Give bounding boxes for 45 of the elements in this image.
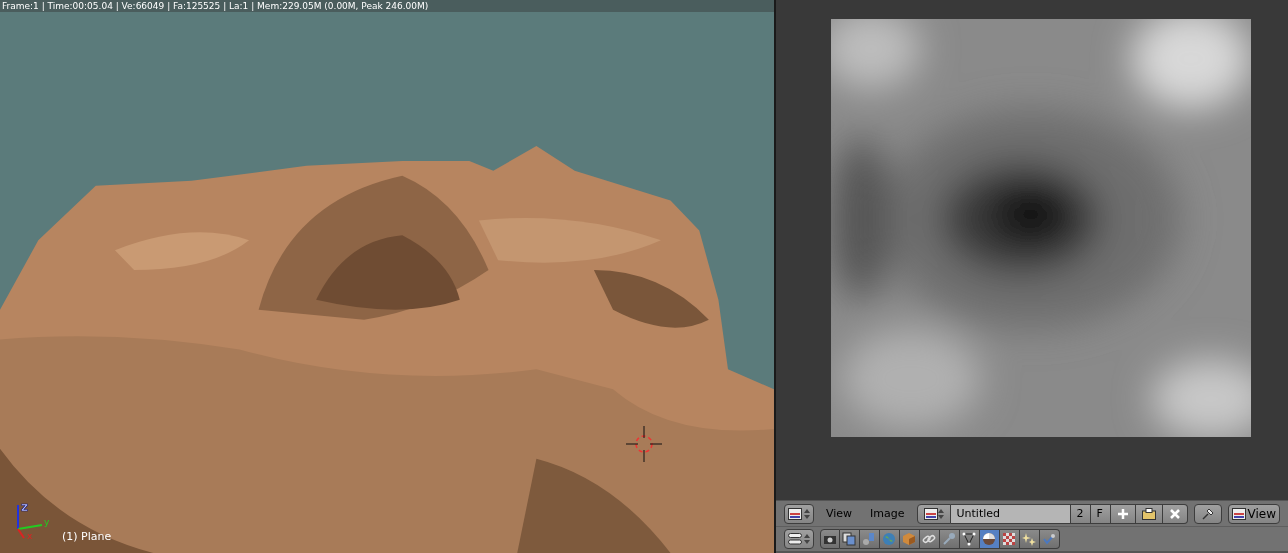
- editor-type-button[interactable]: [783, 503, 814, 524]
- pin-icon: [1200, 506, 1215, 521]
- properties-tab[interactable]: [979, 529, 1000, 549]
- view-mode-dropdown[interactable]: View: [1227, 503, 1280, 524]
- properties-tab[interactable]: [959, 529, 980, 549]
- status-text: Frame:1 | Time:00:05.04 | Ve:66049 | Fa:125525 | La:1 | Mem:229.05M (0.00M, Peak 246.00M): [2, 0, 429, 12]
- cube-icon: [902, 532, 917, 546]
- image-icon: [787, 507, 802, 520]
- new-image-button[interactable]: [1110, 503, 1136, 524]
- sparkles-icon: [1022, 532, 1037, 546]
- browse-image-button[interactable]: [916, 503, 951, 524]
- viewport[interactable]: z y x (1) Plane: [0, 12, 774, 553]
- globe-icon: [882, 532, 897, 546]
- image-icon: [923, 507, 938, 520]
- users-count[interactable]: 2: [1070, 503, 1091, 524]
- fake-user-button[interactable]: F: [1090, 503, 1111, 524]
- updown-arrows-icon: [803, 533, 810, 545]
- pin-button[interactable]: [1193, 503, 1222, 524]
- properties-tab[interactable]: [999, 529, 1020, 549]
- properties-tab[interactable]: [1019, 529, 1040, 549]
- close-icon: [1168, 507, 1181, 520]
- material-sphere-icon: [982, 532, 997, 546]
- editor-type-button[interactable]: [783, 529, 814, 549]
- folder-icon: [1141, 507, 1156, 520]
- properties-tab[interactable]: [819, 529, 840, 549]
- updown-arrows-icon: [803, 507, 810, 520]
- open-image-button[interactable]: [1135, 503, 1163, 524]
- updown-arrows-icon: [937, 507, 944, 520]
- vertices-icon: [962, 532, 977, 546]
- plus-icon: [1116, 507, 1129, 520]
- properties-tab[interactable]: [919, 529, 940, 549]
- chain-link-icon: [922, 532, 937, 546]
- properties-tab[interactable]: [839, 529, 860, 549]
- properties-tab[interactable]: [859, 529, 880, 549]
- image-name-field[interactable]: Untitled: [950, 503, 1071, 524]
- properties-icon: [787, 533, 802, 545]
- menu-item[interactable]: Image: [864, 507, 911, 520]
- menu-item[interactable]: View: [819, 507, 859, 520]
- object-label: (1) Plane: [62, 530, 112, 543]
- image-icon: [1231, 507, 1246, 520]
- properties-tab[interactable]: [1039, 529, 1060, 549]
- checker-icon: [1002, 532, 1017, 546]
- layers-icon: [842, 532, 857, 546]
- unlink-button[interactable]: [1162, 503, 1188, 524]
- axis-gizmo-drawing: z y x: [10, 501, 54, 541]
